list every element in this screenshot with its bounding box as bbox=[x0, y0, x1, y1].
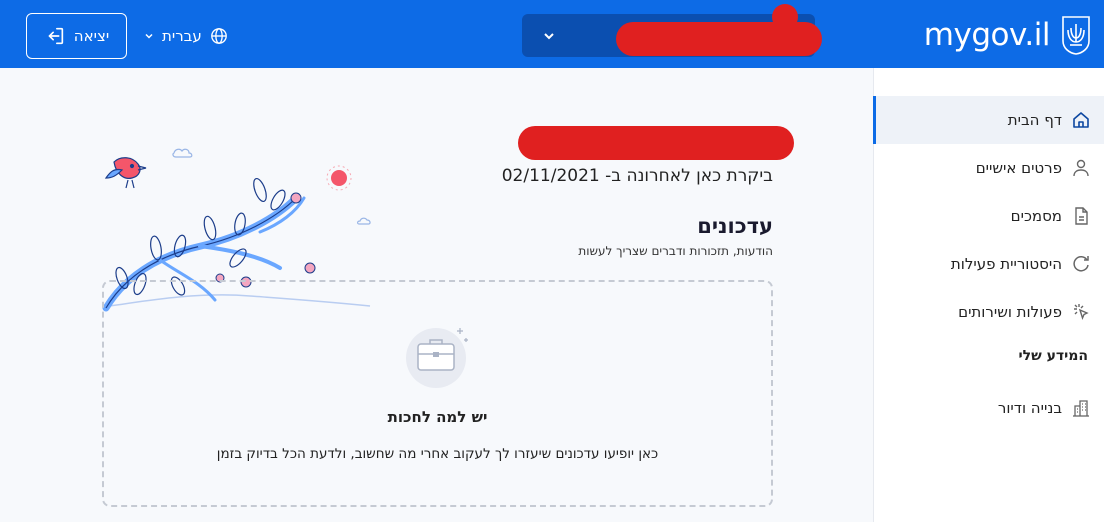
last-visit-text: ביקרת כאן לאחרונה ב- 02/11/2021 bbox=[501, 166, 773, 186]
mygov-logo[interactable]: mygov.il bbox=[924, 10, 1092, 60]
logout-button[interactable]: יציאה bbox=[26, 13, 127, 59]
empty-state-description: כאן יופיעו עדכונים שיעזרו לך לעקוב אחרי … bbox=[216, 446, 659, 462]
chevron-down-icon bbox=[145, 33, 153, 39]
sidebar-item-home[interactable]: דף הבית bbox=[873, 96, 1104, 144]
sidebar-item-documents[interactable]: מסמכים bbox=[873, 192, 1104, 240]
sidebar-item-label: מסמכים bbox=[1010, 207, 1062, 225]
main-content: ביקרת כאן לאחרונה ב- 02/11/2021 עדכונים … bbox=[0, 68, 873, 522]
sidebar-item-activity-history[interactable]: היסטוריית פעילות bbox=[873, 240, 1104, 288]
click-icon bbox=[1070, 301, 1092, 323]
sidebar-item-label: פרטים אישיים bbox=[975, 159, 1062, 177]
sidebar-section-heading: המידע שלי bbox=[1018, 348, 1088, 364]
chevron-down-icon bbox=[544, 33, 554, 40]
sidebar-item-label: בנייה ודיור bbox=[997, 399, 1062, 417]
building-icon bbox=[1070, 397, 1092, 419]
redaction-mark bbox=[772, 4, 798, 30]
history-icon bbox=[1070, 253, 1092, 275]
updates-title: עדכונים bbox=[697, 214, 773, 238]
top-header: יציאה עברית mygov.il bbox=[0, 0, 1104, 68]
sidebar-item-label: פעולות ושירותים bbox=[958, 303, 1062, 321]
side-navigation: דף הבית פרטים אישיים מסמכים היסטוריית פע… bbox=[873, 68, 1104, 522]
updates-empty-state: יש למה לחכות כאן יופיעו עדכונים שיעזרו ל… bbox=[102, 280, 773, 507]
home-icon bbox=[1070, 109, 1092, 131]
updates-subtitle: הודעות, תזכורות ודברים שצריך לעשות bbox=[578, 244, 773, 258]
empty-state-title: יש למה לחכות bbox=[387, 408, 488, 426]
globe-icon bbox=[210, 28, 227, 44]
sidebar-item-label: היסטוריית פעילות bbox=[950, 255, 1062, 273]
briefcase-icon bbox=[406, 328, 468, 388]
sidebar-item-label: דף הבית bbox=[1007, 111, 1062, 129]
logo-text: mygov.il bbox=[923, 16, 1051, 53]
logout-icon bbox=[48, 27, 63, 45]
sidebar-item-actions-services[interactable]: פעולות ושירותים bbox=[873, 288, 1104, 336]
state-emblem-icon bbox=[1062, 16, 1090, 55]
person-icon bbox=[1070, 157, 1092, 179]
redaction-mark bbox=[518, 126, 794, 160]
language-selector[interactable]: עברית bbox=[144, 24, 228, 48]
sidebar-item-personal-details[interactable]: פרטים אישיים bbox=[873, 144, 1104, 192]
logout-label: יציאה bbox=[73, 27, 110, 45]
language-label: עברית bbox=[162, 27, 202, 45]
document-icon bbox=[1070, 205, 1092, 227]
sidebar-item-housing[interactable]: בנייה ודיור bbox=[873, 384, 1104, 432]
